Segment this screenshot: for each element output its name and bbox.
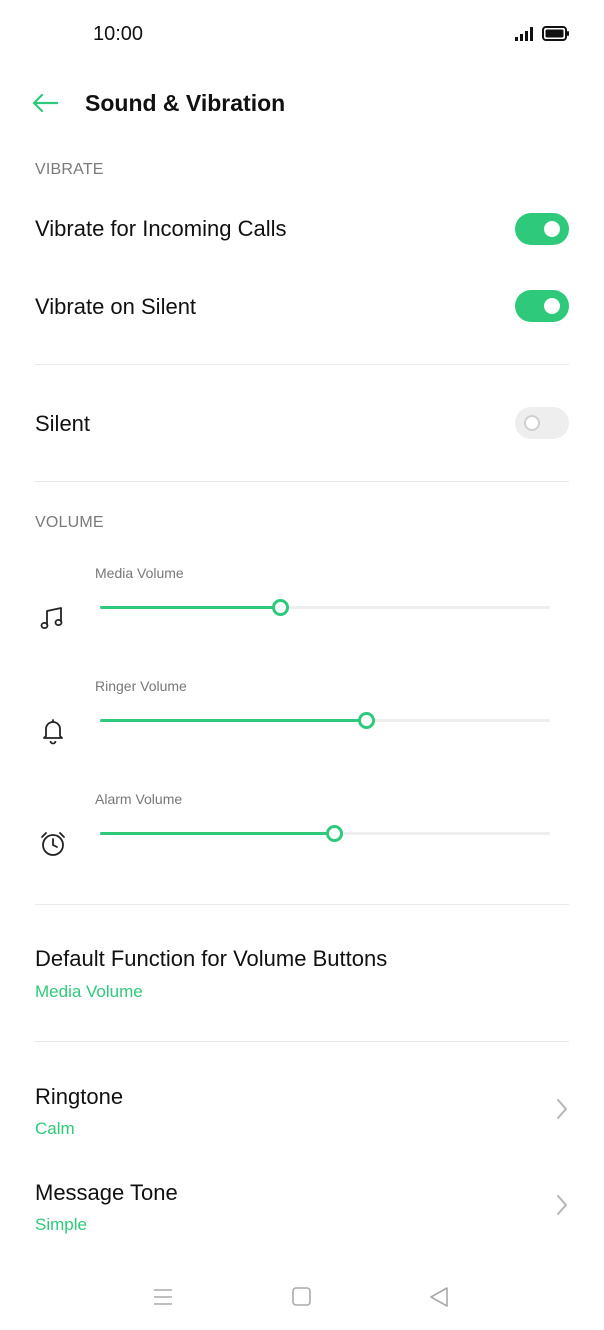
vibrate-section-header: VIBRATE xyxy=(35,161,104,178)
home-icon xyxy=(291,1286,313,1313)
toggle-knob xyxy=(524,415,540,431)
media-volume-row: Media Volume xyxy=(0,565,604,645)
ringtone-label: Ringtone xyxy=(35,1084,124,1109)
chevron-right-icon xyxy=(554,1193,570,1217)
divider xyxy=(35,364,569,365)
alarm-volume-slider[interactable] xyxy=(100,823,550,843)
menu-icon xyxy=(152,1288,174,1311)
chevron-right-icon xyxy=(554,1097,570,1121)
slider-thumb[interactable] xyxy=(357,712,375,729)
silent-row[interactable]: Silent xyxy=(0,393,604,453)
volume-buttons-value: Media Volume xyxy=(35,982,143,1001)
media-volume-slider[interactable] xyxy=(100,597,550,617)
ringer-volume-label: Ringer Volume xyxy=(95,678,187,694)
silent-label: Silent xyxy=(35,411,91,436)
volume-buttons-row[interactable]: Default Function for Volume Buttons Medi… xyxy=(0,935,604,1015)
app-bar: Sound & Vibration xyxy=(0,70,604,140)
toggle-knob xyxy=(544,221,560,237)
slider-fill xyxy=(100,719,366,722)
volume-section-header: VOLUME xyxy=(35,514,104,531)
ringer-volume-row: Ringer Volume xyxy=(0,678,604,758)
alarm-volume-row: Alarm Volume xyxy=(0,791,604,871)
alarm-volume-label: Alarm Volume xyxy=(95,791,183,807)
divider xyxy=(35,481,569,482)
battery-icon xyxy=(542,26,570,41)
volume-buttons-label: Default Function for Volume Buttons xyxy=(35,946,388,971)
back-triangle-icon xyxy=(428,1286,450,1313)
vibrate-incoming-calls-toggle[interactable] xyxy=(515,213,569,245)
vibrate-on-silent-row[interactable]: Vibrate on Silent xyxy=(0,276,604,336)
home-button[interactable] xyxy=(287,1284,317,1314)
ringtone-row[interactable]: Ringtone Calm xyxy=(0,1072,604,1152)
status-bar: 10:00 xyxy=(0,0,604,70)
slider-fill xyxy=(100,832,334,835)
status-time: 10:00 xyxy=(93,23,144,45)
message-tone-value: Simple xyxy=(35,1215,87,1234)
vibrate-on-silent-label: Vibrate on Silent xyxy=(35,294,197,319)
alarm-clock-icon xyxy=(38,829,68,859)
vibrate-incoming-calls-label: Vibrate for Incoming Calls xyxy=(35,216,287,241)
navigation-bar xyxy=(0,1270,604,1330)
nav-back-button[interactable] xyxy=(424,1284,454,1314)
vibrate-on-silent-toggle[interactable] xyxy=(515,290,569,322)
ringer-volume-slider[interactable] xyxy=(100,710,550,730)
signal-icon xyxy=(514,26,536,42)
arrow-left-icon xyxy=(32,93,59,118)
ringtone-value: Calm xyxy=(35,1119,75,1138)
message-tone-label: Message Tone xyxy=(35,1180,178,1205)
back-button[interactable] xyxy=(28,88,62,122)
slider-thumb[interactable] xyxy=(272,599,289,616)
divider xyxy=(35,1041,569,1042)
bell-icon xyxy=(38,716,68,746)
slider-fill xyxy=(100,606,280,609)
menu-button[interactable] xyxy=(148,1284,178,1314)
divider xyxy=(35,904,569,905)
music-note-icon xyxy=(38,603,68,633)
media-volume-label: Media Volume xyxy=(95,565,184,581)
toggle-knob xyxy=(544,298,560,314)
page-title: Sound & Vibration xyxy=(85,90,286,116)
silent-toggle[interactable] xyxy=(515,407,569,439)
message-tone-row[interactable]: Message Tone Simple xyxy=(0,1168,604,1248)
slider-thumb[interactable] xyxy=(326,825,343,842)
vibrate-incoming-calls-row[interactable]: Vibrate for Incoming Calls xyxy=(0,200,604,260)
